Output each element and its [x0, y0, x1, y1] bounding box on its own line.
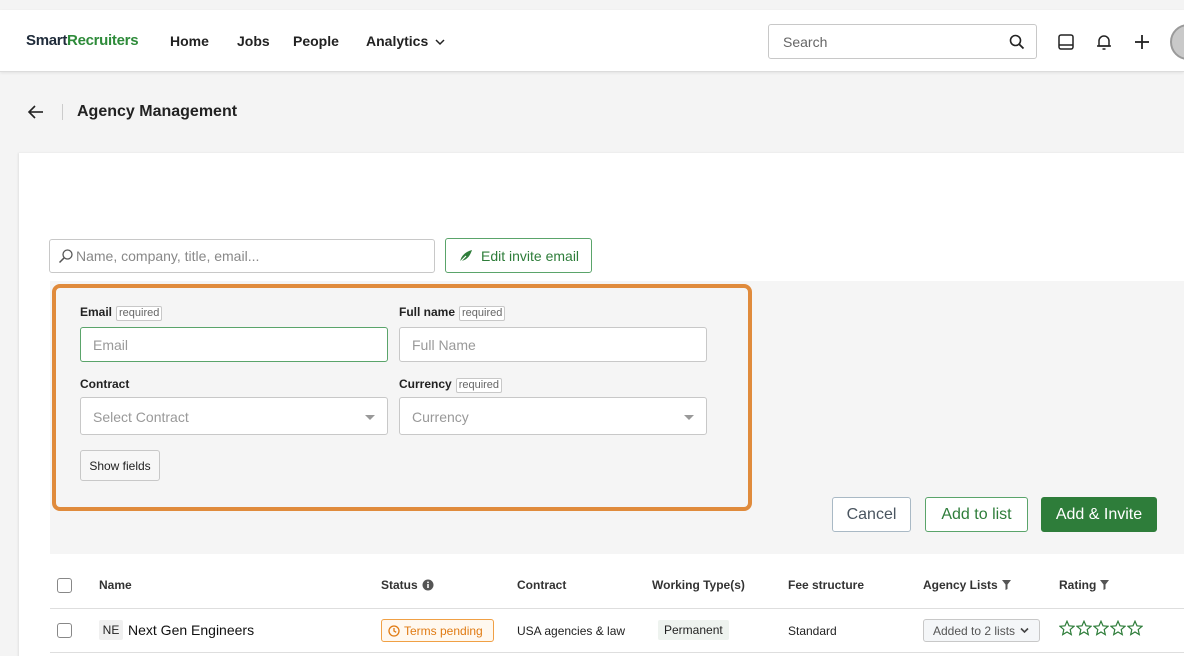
brand-logo-part2: Recruiters [67, 32, 139, 49]
show-fields-button[interactable]: Show fields [80, 450, 160, 481]
column-header-contract-label: Contract [517, 578, 567, 592]
column-header-status[interactable]: Status [381, 578, 434, 592]
contract-label: Contract [80, 377, 129, 391]
column-header-name[interactable]: Name [99, 578, 132, 592]
star-icon[interactable] [1093, 620, 1109, 636]
chevron-down-icon [1020, 627, 1029, 634]
page-title: Agency Management [77, 103, 238, 120]
currency-label: Currency required [399, 377, 503, 393]
bell-icon[interactable] [1094, 32, 1114, 52]
agency-filter [49, 239, 435, 273]
brand-logo[interactable]: SmartRecruiters [26, 32, 139, 49]
add-to-list-button[interactable]: Add to list [925, 497, 1028, 532]
star-icon[interactable] [1059, 620, 1075, 636]
column-header-fee-structure[interactable]: Fee structure [788, 578, 864, 592]
clock-icon [388, 624, 400, 637]
back-arrow-icon[interactable] [26, 102, 46, 122]
rating-stars[interactable] [1059, 620, 1143, 636]
agency-lists-dropdown-label: Added to 2 lists [933, 623, 1016, 638]
table-header-divider [50, 608, 1184, 609]
full-name-field[interactable] [399, 327, 707, 362]
contract-select[interactable]: Select Contract [80, 397, 388, 435]
select-all-checkbox[interactable] [57, 578, 72, 593]
chevron-down-icon [435, 39, 445, 46]
agency-lists-dropdown[interactable]: Added to 2 lists [923, 619, 1040, 642]
star-icon[interactable] [1076, 620, 1092, 636]
agency-name-link[interactable]: Next Gen Engineers [128, 622, 254, 638]
plus-icon[interactable] [1132, 32, 1152, 52]
top-navigation-bar: SmartRecruiters Home Jobs People Analyti… [0, 10, 1184, 72]
inbox-icon[interactable] [1056, 32, 1076, 52]
column-header-agency-lists[interactable]: Agency Lists [923, 578, 1011, 592]
email-field[interactable] [80, 327, 388, 362]
pencil-leaf-icon [458, 250, 472, 264]
filter-icon[interactable] [1100, 580, 1110, 590]
email-label: Email required [80, 305, 163, 321]
filter-icon[interactable] [1001, 580, 1011, 590]
star-icon[interactable] [1127, 620, 1143, 636]
cancel-button[interactable]: Cancel [832, 497, 911, 532]
currency-select-placeholder: Currency [412, 409, 469, 425]
required-tag: required [459, 306, 506, 321]
caret-down-icon [684, 415, 694, 420]
full-name-label: Full name required [399, 305, 506, 321]
full-name-label-text: Full name [399, 305, 456, 319]
fee-structure-cell: Standard [788, 624, 837, 638]
agency-filter-input[interactable] [76, 240, 426, 272]
global-search-input[interactable] [769, 25, 989, 58]
magnifier-icon [58, 249, 73, 264]
nav-home[interactable]: Home [170, 33, 209, 49]
nav-analytics[interactable]: Analytics [366, 33, 445, 49]
avatar[interactable] [1170, 24, 1184, 60]
column-header-fee-structure-label: Fee structure [788, 578, 865, 592]
edit-invite-email-label: Edit invite email [481, 248, 580, 264]
row-checkbox[interactable] [57, 623, 72, 638]
currency-select[interactable]: Currency [399, 397, 707, 435]
edit-invite-email-button[interactable]: Edit invite email [445, 238, 592, 273]
header-divider [62, 104, 63, 120]
contract-cell: USA agencies & law [517, 624, 626, 638]
contract-label-text: Contract [80, 377, 130, 391]
required-tag: required [455, 378, 503, 393]
required-tag: required [116, 306, 163, 321]
table-row-divider [50, 652, 1184, 653]
global-search [768, 24, 1037, 59]
column-header-agency-lists-label: Agency Lists [923, 578, 998, 592]
status-badge: Terms pending [381, 619, 494, 642]
working-type-badge: Permanent [658, 620, 729, 640]
info-icon[interactable] [422, 579, 434, 591]
column-header-working-types-label: Working Type(s) [652, 578, 745, 592]
nav-people[interactable]: People [293, 33, 339, 49]
column-header-status-label: Status [381, 578, 418, 592]
column-header-rating[interactable]: Rating [1059, 578, 1110, 592]
column-header-name-label: Name [99, 578, 132, 592]
nav-jobs[interactable]: Jobs [237, 33, 270, 49]
search-icon[interactable] [1008, 33, 1026, 51]
star-icon[interactable] [1110, 620, 1126, 636]
agency-initials: NE [99, 620, 123, 640]
contract-select-placeholder: Select Contract [93, 409, 189, 425]
status-badge-label: Terms pending [404, 623, 483, 638]
caret-down-icon [365, 415, 375, 420]
brand-logo-part1: Smart [26, 32, 68, 49]
currency-label-text: Currency [399, 377, 452, 391]
email-label-text: Email [80, 305, 113, 319]
column-header-contract[interactable]: Contract [517, 578, 566, 592]
nav-analytics-label: Analytics [366, 33, 429, 49]
column-header-working-types[interactable]: Working Type(s) [652, 578, 745, 592]
add-and-invite-button[interactable]: Add & Invite [1041, 497, 1157, 532]
column-header-rating-label: Rating [1059, 578, 1097, 592]
